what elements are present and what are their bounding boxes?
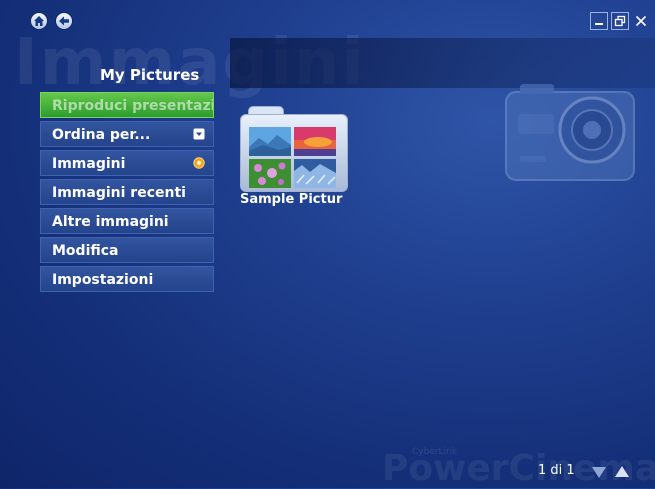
sidebar-item-label: Riproduci presentazione (52, 98, 213, 114)
sunset-thumbnail (294, 127, 336, 156)
mountain-thumbnail (249, 127, 291, 156)
page-down-icon[interactable] (591, 465, 607, 479)
winter-thumbnail (294, 159, 336, 188)
sidebar-item-slideshow[interactable]: Riproduci presentazione (40, 92, 214, 118)
minimize-icon (595, 23, 603, 25)
home-button[interactable] (30, 12, 48, 30)
sidebar-item-label: Altre immagini (52, 214, 169, 230)
photo-folder[interactable] (240, 106, 348, 192)
sidebar-item-label: Modifica (52, 243, 119, 259)
folder-thumbnails (249, 127, 337, 189)
sidebar-item-other-pictures[interactable]: Altre immagini (40, 208, 214, 234)
back-button[interactable] (55, 12, 73, 30)
sidebar-item-pictures[interactable]: Immagini (40, 150, 214, 176)
close-button[interactable] (632, 12, 650, 30)
sidebar-menu: Riproduci presentazione Ordina per... Im… (40, 92, 214, 295)
sidebar-item-settings[interactable]: Impostazioni (40, 266, 214, 292)
minimize-button[interactable] (590, 12, 608, 30)
sidebar-item-label: Immagini recenti (52, 185, 186, 201)
back-arrow-icon (59, 16, 69, 26)
restore-icon (614, 15, 626, 27)
radio-selected-icon (193, 157, 205, 169)
dropdown-arrow-icon (193, 128, 205, 140)
flowers-thumbnail (249, 159, 291, 188)
sidebar-item-label: Ordina per... (52, 127, 151, 143)
close-icon (635, 15, 647, 27)
sidebar-item-label: Immagini (52, 156, 126, 172)
home-icon (34, 16, 44, 26)
sidebar-item-recent-pictures[interactable]: Immagini recenti (40, 179, 214, 205)
page-title: My Pictures (100, 66, 200, 84)
photo-folder-icon (240, 114, 348, 192)
folder-label: Sample Pictur (240, 192, 343, 207)
pagination-text: 1 di 1 (538, 463, 575, 478)
sidebar-item-edit[interactable]: Modifica (40, 237, 214, 263)
camera-icon (505, 84, 635, 181)
page-up-icon[interactable] (614, 465, 630, 479)
restore-button[interactable] (611, 12, 629, 30)
sidebar-item-label: Impostazioni (52, 272, 154, 288)
sidebar-item-sort-by[interactable]: Ordina per... (40, 121, 214, 147)
